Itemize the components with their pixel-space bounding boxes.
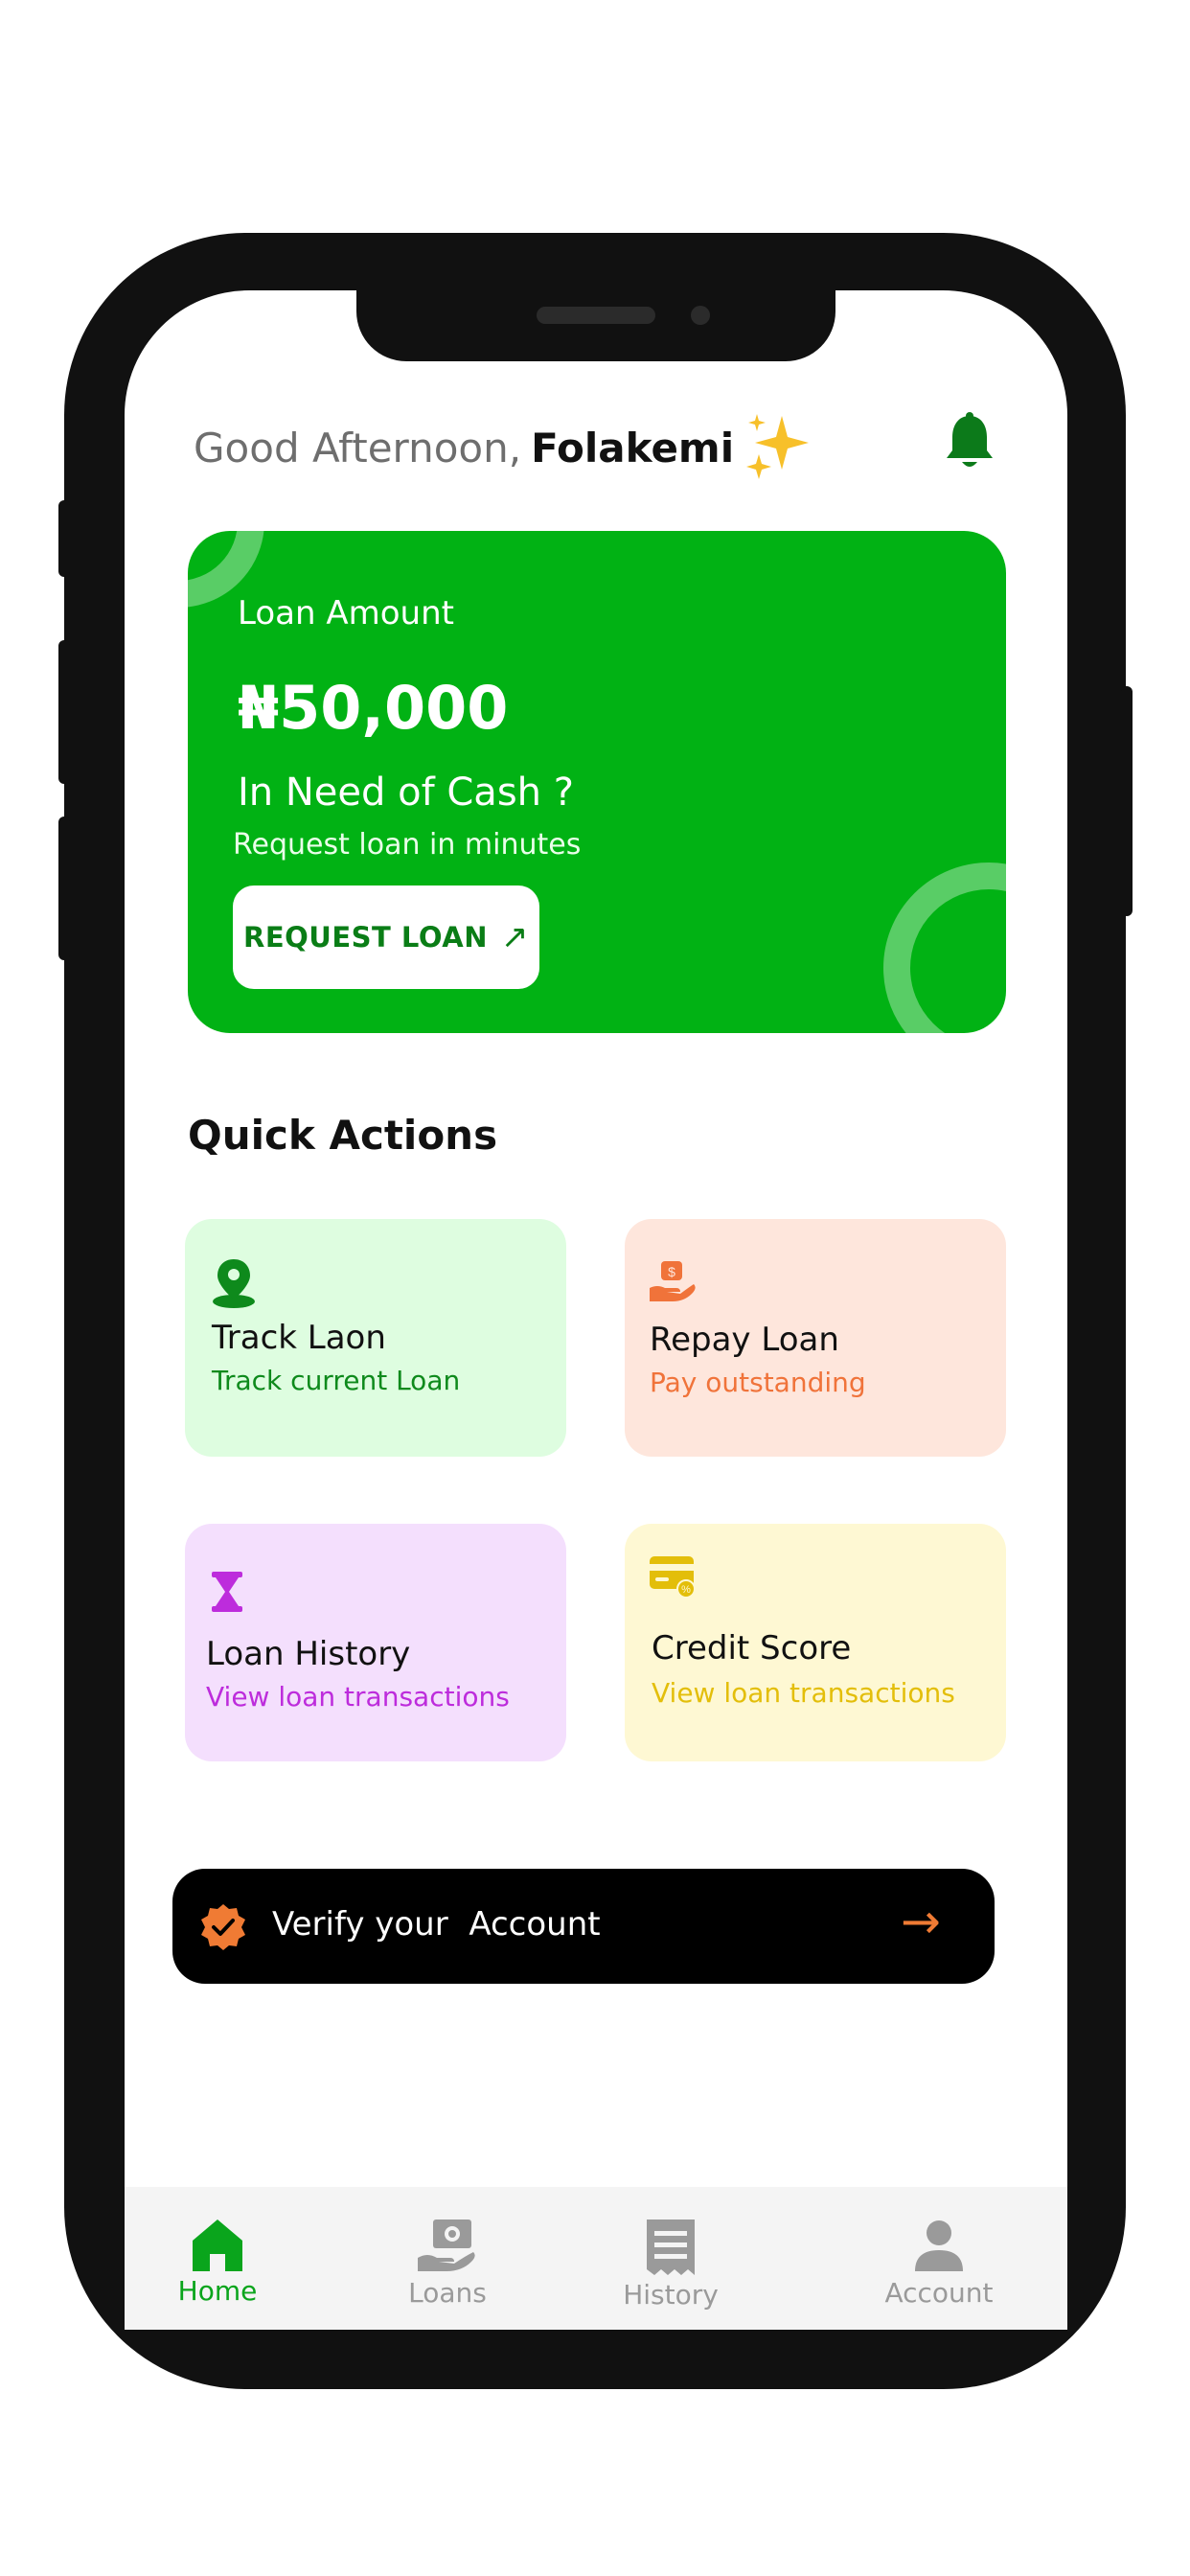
loan-history-title: Loan History bbox=[206, 1635, 411, 1673]
power-button bbox=[1121, 686, 1133, 916]
loan-headline: In Need of Cash ? bbox=[238, 770, 574, 815]
quick-actions-title: Quick Actions bbox=[188, 1112, 498, 1159]
arrow-right-icon: → bbox=[901, 1894, 941, 1949]
nav-home[interactable]: Home bbox=[155, 2218, 280, 2307]
svg-text:$: $ bbox=[668, 1264, 675, 1279]
credit-card-icon: % bbox=[650, 1556, 696, 1598]
verify-account-banner[interactable]: Verify your Account → bbox=[172, 1869, 995, 1984]
repay-loan-title: Repay Loan bbox=[650, 1321, 839, 1359]
greeting: Good Afternoon, Folakemi bbox=[194, 412, 814, 483]
credit-score-card[interactable]: % Credit Score View loan transactions bbox=[625, 1524, 1006, 1761]
arrow-up-right-icon: ↗ bbox=[500, 918, 529, 956]
track-loan-title: Track Laon bbox=[212, 1319, 386, 1357]
verified-badge-icon bbox=[201, 1904, 245, 1950]
loan-history-card[interactable]: Loan History View loan transactions bbox=[185, 1524, 566, 1761]
volume-up-button bbox=[58, 640, 70, 784]
greeting-prefix: Good Afternoon, bbox=[194, 424, 522, 472]
track-loan-subtitle: Track current Loan bbox=[212, 1365, 461, 1396]
loan-card: Loan Amount ₦50,000 In Need of Cash ? Re… bbox=[188, 531, 1006, 1033]
notch bbox=[356, 290, 835, 361]
nav-account-label: Account bbox=[884, 2277, 994, 2309]
repay-loan-card[interactable]: $ Repay Loan Pay outstanding bbox=[625, 1219, 1006, 1457]
nav-account[interactable]: Account bbox=[872, 2220, 1006, 2309]
bell-icon[interactable] bbox=[945, 412, 995, 472]
repay-loan-subtitle: Pay outstanding bbox=[650, 1367, 866, 1398]
cash-hand-icon bbox=[418, 2220, 475, 2271]
loan-amount-value: ₦50,000 bbox=[238, 673, 509, 743]
hourglass-icon bbox=[212, 1572, 242, 1612]
person-icon bbox=[915, 2220, 963, 2271]
mute-switch bbox=[58, 500, 70, 577]
credit-score-subtitle: View loan transactions bbox=[652, 1677, 955, 1709]
svg-text:%: % bbox=[681, 1584, 691, 1596]
receipt-icon bbox=[647, 2220, 695, 2275]
nav-home-label: Home bbox=[177, 2275, 258, 2307]
bottom-navigation: Home Loans History Account bbox=[125, 2187, 1067, 2330]
request-loan-button[interactable]: REQUEST LOAN ↗ bbox=[233, 886, 539, 989]
track-loan-card[interactable]: Track Laon Track current Loan bbox=[185, 1219, 566, 1457]
loan-subtitle: Request loan in minutes bbox=[233, 828, 582, 862]
verify-account-label: Verify your Account bbox=[272, 1905, 601, 1944]
request-loan-label: REQUEST LOAN bbox=[243, 921, 488, 954]
location-pin-icon bbox=[213, 1259, 255, 1308]
loan-history-subtitle: View loan transactions bbox=[206, 1681, 510, 1713]
nav-history-label: History bbox=[623, 2279, 719, 2311]
sparkles-icon bbox=[746, 414, 810, 479]
nav-loans-label: Loans bbox=[408, 2277, 487, 2309]
user-name: Folakemi bbox=[531, 424, 735, 472]
nav-history[interactable]: History bbox=[608, 2220, 733, 2311]
hand-money-icon: $ bbox=[650, 1261, 696, 1301]
home-icon bbox=[193, 2220, 242, 2271]
loan-amount-label: Loan Amount bbox=[238, 594, 454, 632]
speaker-grille bbox=[537, 307, 655, 324]
front-camera bbox=[691, 306, 710, 325]
credit-score-title: Credit Score bbox=[652, 1629, 852, 1668]
volume-down-button bbox=[58, 816, 70, 960]
nav-loans[interactable]: Loans bbox=[385, 2220, 510, 2309]
decorative-ring bbox=[883, 862, 1006, 1033]
